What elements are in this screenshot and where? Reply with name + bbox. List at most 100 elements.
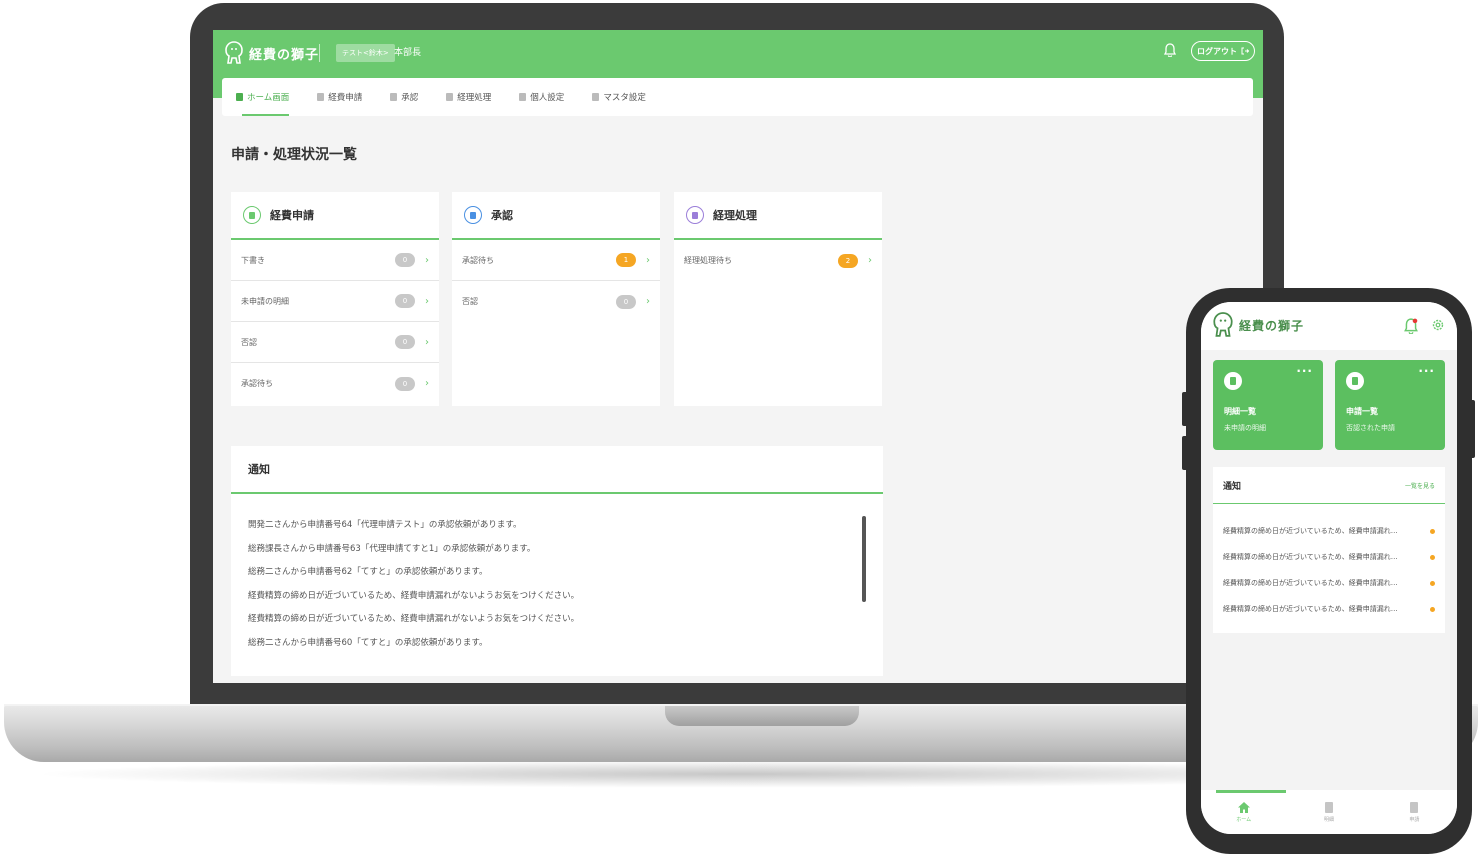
nav-expense-request[interactable]: 経費申請: [303, 78, 376, 116]
card-row-awaiting-processing[interactable]: 経理処理待ち 2 ›: [674, 240, 882, 281]
tab-details[interactable]: 明細: [1286, 790, 1371, 834]
logout-button[interactable]: ログアウト: [1191, 41, 1255, 61]
nav-label: 経理処理: [457, 93, 492, 103]
tile-request-list[interactable]: ··· 申請一覧 否認された申請: [1335, 360, 1445, 450]
card-row-pending[interactable]: 承認待ち 0 ›: [231, 363, 439, 404]
card-row-draft[interactable]: 下書き 0 ›: [231, 240, 439, 281]
notice-text: 経費精算の締め日が近づいているため、経費申請漏れ…: [1223, 553, 1398, 561]
home-icon: [1237, 802, 1250, 813]
mobile-notice-item[interactable]: 経費精算の締め日が近づいているため、経費申請漏れ…: [1223, 526, 1435, 552]
mobile-notice-title: 通知: [1223, 481, 1242, 492]
row-label: 経理処理待ち: [684, 256, 732, 265]
tab-label: 明細: [1323, 817, 1334, 823]
count-badge: 0: [395, 294, 415, 308]
notice-text: 経費精算の締め日が近づいているため、経費申請漏れ…: [1223, 605, 1398, 613]
mobile-notice-item[interactable]: 経費精算の締め日が近づいているため、経費申請漏れ…: [1223, 578, 1435, 604]
row-label: 承認待ち: [241, 379, 273, 388]
notice-item[interactable]: 経費精算の締め日が近づいているため、経費申請漏れがないようお気をつけください。: [248, 612, 866, 636]
unread-dot: [1430, 607, 1435, 612]
nav-master-settings[interactable]: マスタ設定: [578, 78, 660, 116]
row-label: 否認: [462, 297, 478, 306]
tab-label: ホーム: [1236, 817, 1252, 823]
approval-icon: [464, 206, 482, 224]
document-icon: [1346, 372, 1364, 390]
accounting-icon: [686, 206, 704, 224]
notice-list: 開発二さんから申請番号64「代理申請テスト」の承認依頼があります。 総務課長さん…: [231, 494, 883, 659]
desktop-app-screen: 経費の獅子 テスト<鈴木> 本部長 ログアウト ホーム画面 経費申請 承認 経理…: [213, 30, 1263, 683]
notice-item[interactable]: 総務二さんから申請番号60「てすと」の承認依頼があります。: [248, 636, 866, 660]
home-icon: [236, 93, 243, 101]
logout-label: ログアウト: [1197, 46, 1237, 56]
mobile-app-logo[interactable]: 経費の獅子: [1211, 310, 1304, 340]
gear-icon[interactable]: [1431, 318, 1445, 332]
count-badge: 2: [838, 253, 858, 268]
nav-personal-settings[interactable]: 個人設定: [505, 78, 578, 116]
row-label: 未申請の明細: [241, 296, 289, 306]
mobile-notice-item[interactable]: 経費精算の締め日が近づいているため、経費申請漏れ…: [1223, 552, 1435, 578]
count-badge: 0: [616, 294, 636, 309]
card-row-awaiting-approval[interactable]: 承認待ち 1 ›: [452, 240, 660, 281]
nav-approval[interactable]: 承認: [376, 78, 432, 116]
unread-dot: [1430, 581, 1435, 586]
document-icon: [1324, 802, 1333, 813]
notice-scrollbar[interactable]: [862, 516, 866, 602]
chevron-right-icon: ›: [646, 254, 650, 266]
tile-expense-list[interactable]: ··· 明細一覧 未申請の明細: [1213, 360, 1323, 450]
product-mockup: 経費の獅子 テスト<鈴木> 本部長 ログアウト ホーム画面 経費申請 承認 経理…: [0, 0, 1478, 858]
stamp-icon: [390, 93, 398, 101]
header-separator: [319, 44, 320, 62]
nav-accounting[interactable]: 経理処理: [432, 78, 505, 116]
user-icon: [519, 93, 527, 101]
count-badge: 1: [616, 253, 636, 267]
see-all-link[interactable]: 一覧を見る: [1405, 481, 1435, 490]
notice-title: 通知: [231, 446, 883, 494]
notice-item[interactable]: 総務課長さんから申請番号63「代理申請てすと1」の承認依頼があります。: [248, 542, 866, 566]
card-row-unsubmitted[interactable]: 未申請の明細 0 ›: [231, 281, 439, 322]
gear-icon: [592, 93, 600, 101]
more-icon[interactable]: ···: [1296, 364, 1313, 378]
count-badge: 0: [395, 376, 415, 391]
chevron-right-icon: ›: [425, 378, 429, 389]
chevron-right-icon: ›: [646, 296, 650, 307]
app-name: 経費の獅子: [249, 47, 320, 63]
tab-requests[interactable]: 申請: [1372, 790, 1457, 834]
bell-icon[interactable]: [1404, 318, 1418, 334]
unread-dot: [1430, 555, 1435, 560]
mobile-header: 経費の獅子: [1201, 302, 1457, 350]
card-title: 承認: [491, 209, 513, 222]
row-label: 否認: [241, 337, 257, 347]
mobile-notice-item[interactable]: 経費精算の締め日が近づいているため、経費申請漏れ…: [1223, 604, 1435, 630]
card-accounting: 経理処理 経理処理待ち 2 ›: [674, 192, 882, 406]
card-row-rejected[interactable]: 否認 0 ›: [452, 281, 660, 322]
card-header: 承認: [452, 192, 660, 240]
chevron-right-icon: ›: [425, 295, 429, 307]
card-row-rejected[interactable]: 否認 0 ›: [231, 322, 439, 363]
user-badge: テスト<鈴木>: [336, 44, 395, 62]
chevron-right-icon: ›: [425, 254, 429, 266]
main-nav: ホーム画面 経費申請 承認 経理処理 個人設定 マスタ設定: [222, 78, 1253, 116]
lion-logo-icon: [225, 41, 243, 64]
tile-title: 明細一覧: [1224, 407, 1256, 416]
notice-text: 経費精算の締め日が近づいているため、経費申請漏れ…: [1223, 579, 1398, 587]
notice-item[interactable]: 総務二さんから申請番号62「てすと」の承認依頼があります。: [248, 565, 866, 589]
expense-request-icon: [243, 206, 261, 224]
bell-icon[interactable]: [1164, 43, 1176, 57]
nav-label: 承認: [401, 93, 419, 103]
notice-item[interactable]: 開発二さんから申請番号64「代理申請テスト」の承認依頼があります。: [248, 518, 866, 542]
mobile-notice-header: 通知 一覧を見る: [1213, 467, 1445, 504]
unread-dot: [1430, 529, 1435, 534]
nav-home[interactable]: ホーム画面: [222, 78, 303, 116]
tab-home[interactable]: ホーム: [1201, 790, 1287, 834]
app-logo[interactable]: 経費の獅子: [223, 40, 319, 66]
chevron-right-icon: ›: [425, 336, 429, 348]
ledger-icon: [446, 93, 454, 101]
more-icon[interactable]: ···: [1418, 364, 1435, 378]
notice-item[interactable]: 経費精算の締め日が近づいているため、経費申請漏れがないようお気をつけください。: [248, 589, 866, 613]
nav-label: 経費申請: [328, 93, 363, 103]
nav-label: 個人設定: [530, 93, 565, 103]
mobile-app-screen: 経費の獅子 ··· 明細一覧 未申請の明細 ··· 申請一覧 否認された申請 通…: [1201, 302, 1457, 834]
chevron-right-icon: ›: [868, 255, 872, 266]
page-title: 申請・処理状況一覧: [231, 147, 357, 163]
count-badge: 0: [395, 253, 415, 267]
document-icon: [1224, 372, 1242, 390]
